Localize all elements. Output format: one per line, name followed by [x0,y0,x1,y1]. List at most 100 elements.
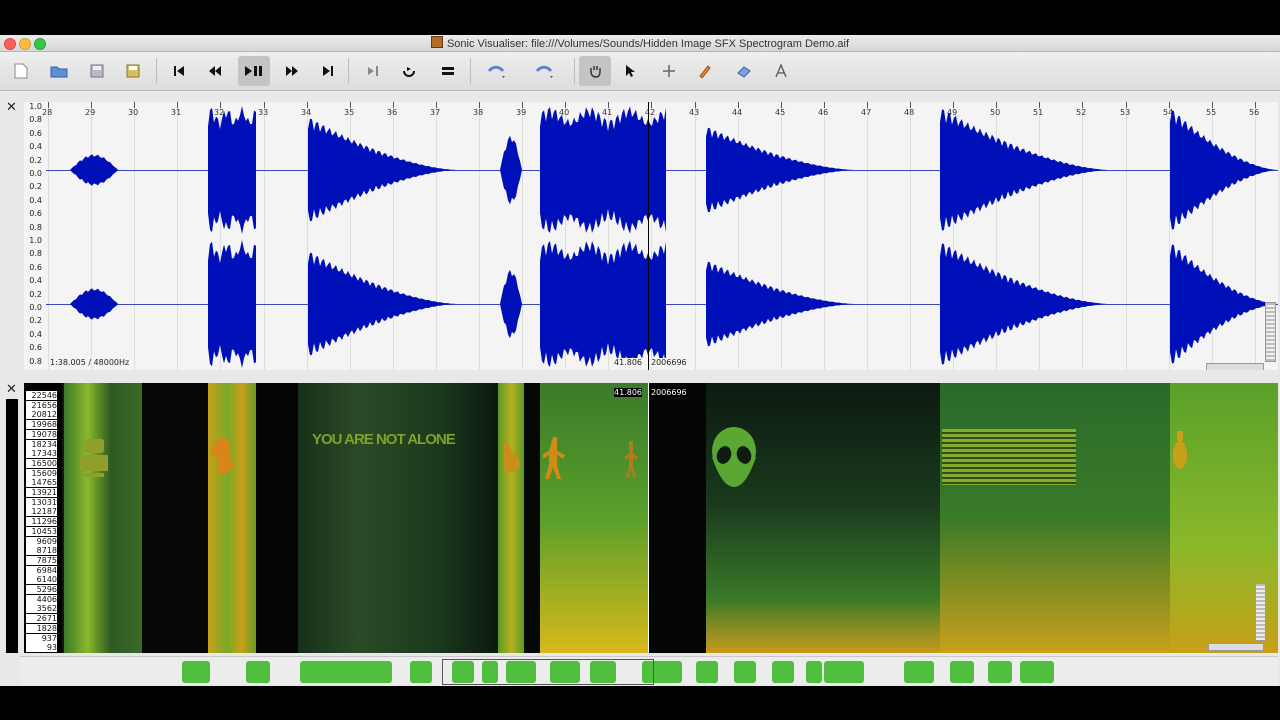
waveform-segment [706,127,856,213]
solo-icon[interactable] [437,60,459,82]
frequency-label: 16500 [26,458,57,468]
overview-segment [950,661,974,683]
overview-segment [904,661,934,683]
bomb-image [1172,431,1188,481]
frequency-label: 19968 [26,420,57,430]
small-figure-image [622,439,640,479]
overview-viewport[interactable] [442,659,654,685]
waveform-pane[interactable]: 28 29 30 31 32 33 34 35 36 37 38 39 40 41 42 43 44 45 46 47… [24,102,1278,370]
waveform-segment [940,243,1110,365]
amplitude-label: 0.8 [29,356,42,366]
overview-pane[interactable] [20,656,1278,686]
overview-segment [988,661,1012,683]
horizontal-zoom-thumb[interactable] [1206,363,1264,370]
spectrogram-segment [940,383,1170,653]
frequency-label: 6984 [26,565,57,575]
pencil-icon[interactable] [694,60,716,82]
export-icon[interactable] [122,60,144,82]
frequency-label: 18234 [26,439,57,449]
toolbar [0,52,1280,91]
window-title: Sonic Visualiser: file:///Volumes/Sounds… [446,38,850,50]
ruler-label: 48 [904,108,915,117]
amplitude-label: 0.4 [29,276,42,286]
rewind-icon[interactable] [204,60,226,82]
app-window: Sonic Visualiser: file:///Volumes/Sounds… [0,35,1280,686]
spectrogram-segment [524,383,540,653]
spectrogram-segment [540,383,648,653]
amplitude-label: 0.2 [29,182,42,192]
frequency-label: 5296 [26,585,57,594]
measure-icon[interactable] [770,60,792,82]
alien-head-image [710,427,758,489]
app-icon [430,36,443,48]
amplitude-label: 1.0 [29,236,42,245]
skip-back-icon[interactable] [168,60,190,82]
play-selection-icon[interactable] [362,60,384,82]
amplitude-label: 0.4 [29,142,42,152]
amplitude-label: 0.6 [29,128,42,138]
frequency-label: 14765 [26,478,57,488]
spectrogram-segment [142,383,208,653]
new-document-icon[interactable] [10,60,32,82]
close-waveform-pane-icon[interactable]: ✕ [6,99,17,115]
title-bar: Sonic Visualiser: file:///Volumes/Sounds… [0,35,1280,52]
frequency-label: 12187 [26,507,57,517]
spectrogram-segment [706,383,940,653]
move-icon[interactable] [658,60,680,82]
arrow-cursor-icon[interactable] [620,60,642,82]
loop-icon[interactable] [398,60,420,82]
amplitude-label: 0.6 [29,343,42,353]
ruler-label: 38 [473,108,484,117]
flag-image [942,429,1076,485]
amplitude-label: 0.8 [29,249,42,259]
cursor-time: 41.806 [614,358,642,367]
overview-segment [182,661,210,683]
spec-horizontal-zoom-thumb[interactable] [1208,643,1264,651]
frequency-label: 17343 [26,449,57,459]
overview-segment [772,661,794,683]
undo-icon[interactable] [486,60,508,82]
frequency-label: 22546 [26,391,57,400]
overview-segment [696,661,718,683]
amplitude-label: 0.2 [29,155,42,165]
ruler-label: 33 [258,108,269,117]
amplitude-label: 0.6 [29,262,42,272]
eraser-icon[interactable] [733,60,755,82]
waveform-segment [1170,244,1278,364]
waveform-segment [940,109,1110,231]
playhead-cursor [648,102,649,370]
spec-vertical-zoom-slider[interactable] [1255,583,1266,641]
amplitude-label: 0.0 [29,169,42,178]
frequency-label: 13031 [26,497,57,507]
frequency-label: 3562 [26,604,57,614]
vertical-zoom-slider[interactable] [1265,302,1276,362]
ruler-label: 53 [1120,108,1131,117]
amplitude-label: 0.8 [29,115,42,125]
fast-forward-icon[interactable] [281,60,303,82]
amplitude-label: 1.0 [29,102,42,111]
frequency-label: 20812 [26,410,57,420]
frequency-label: 19078 [26,429,57,439]
hand-icon[interactable] [579,56,611,86]
redo-icon[interactable] [534,60,556,82]
ruler-label: 47 [861,108,872,117]
disk-icon[interactable] [86,60,108,82]
bird-image [210,431,240,487]
waveform-segment [308,252,458,356]
overview-segment [734,661,756,683]
rabbit-image [500,439,524,479]
spectrogram-pane[interactable]: 22546 21656 20812 19968 19078 18234 17343 16500… [24,383,1278,653]
frequency-scale: 22546 21656 20812 19968 19078 18234 17343 16500… [24,383,62,653]
ruler-label: 31 [171,108,182,117]
close-spectrogram-pane-icon[interactable]: ✕ [6,381,17,397]
skip-forward-icon[interactable] [317,60,339,82]
frequency-label: 8718 [26,546,57,556]
frequency-label: 937 [26,633,57,643]
amplitude-label: 0.6 [29,209,42,219]
overview-segment [824,661,864,683]
waveform-segment [70,154,118,186]
waveform-segment [308,118,458,222]
robot-image [76,435,112,481]
play-pause-icon[interactable] [238,56,270,86]
folder-open-icon[interactable] [48,60,70,82]
